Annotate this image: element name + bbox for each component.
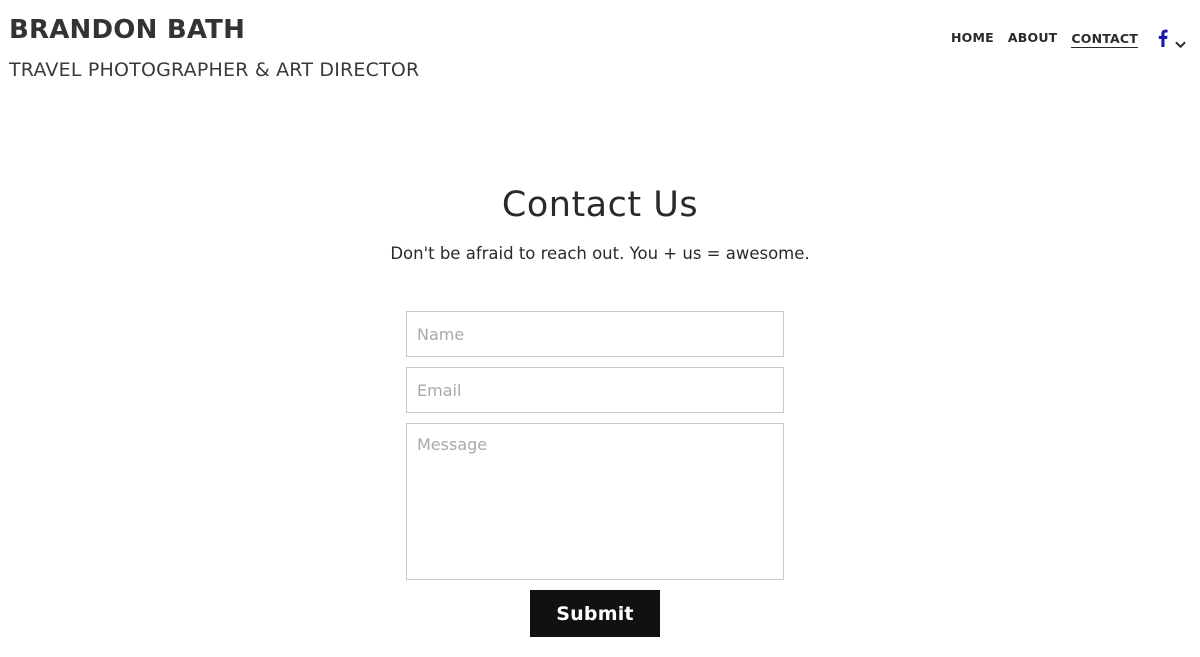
chevron-down-icon-svg [1175, 41, 1186, 48]
facebook-icon[interactable] [1158, 29, 1168, 47]
email-field[interactable] [406, 367, 784, 413]
page: BRANDON BATH TRAVEL PHOTOGRAPHER & ART D… [0, 0, 1200, 657]
contact-section: Contact Us Don't be afraid to reach out.… [0, 180, 1200, 265]
name-field[interactable] [406, 311, 784, 357]
chevron-down-icon[interactable] [1175, 34, 1186, 48]
page-title: Contact Us [501, 185, 699, 225]
site-title[interactable]: BRANDON BATH [9, 12, 419, 48]
contact-form: Submit [406, 311, 784, 637]
site-tagline: TRAVEL PHOTOGRAPHER & ART DIRECTOR [9, 59, 420, 81]
main-nav: HOME ABOUT CONTACT [951, 28, 1186, 48]
social-links [1158, 29, 1186, 48]
message-field[interactable] [406, 423, 784, 580]
page-subtitle: Don't be afraid to reach out. You + us =… [390, 244, 810, 263]
nav-item-contact[interactable]: CONTACT [1071, 28, 1138, 48]
facebook-icon-svg [1158, 29, 1168, 47]
nav-item-home[interactable]: HOME [951, 28, 994, 48]
submit-wrapper: Submit [406, 590, 784, 637]
site-brand: BRANDON BATH TRAVEL PHOTOGRAPHER & ART D… [9, 12, 419, 83]
nav-item-about[interactable]: ABOUT [1008, 28, 1058, 48]
submit-button[interactable]: Submit [530, 590, 660, 637]
